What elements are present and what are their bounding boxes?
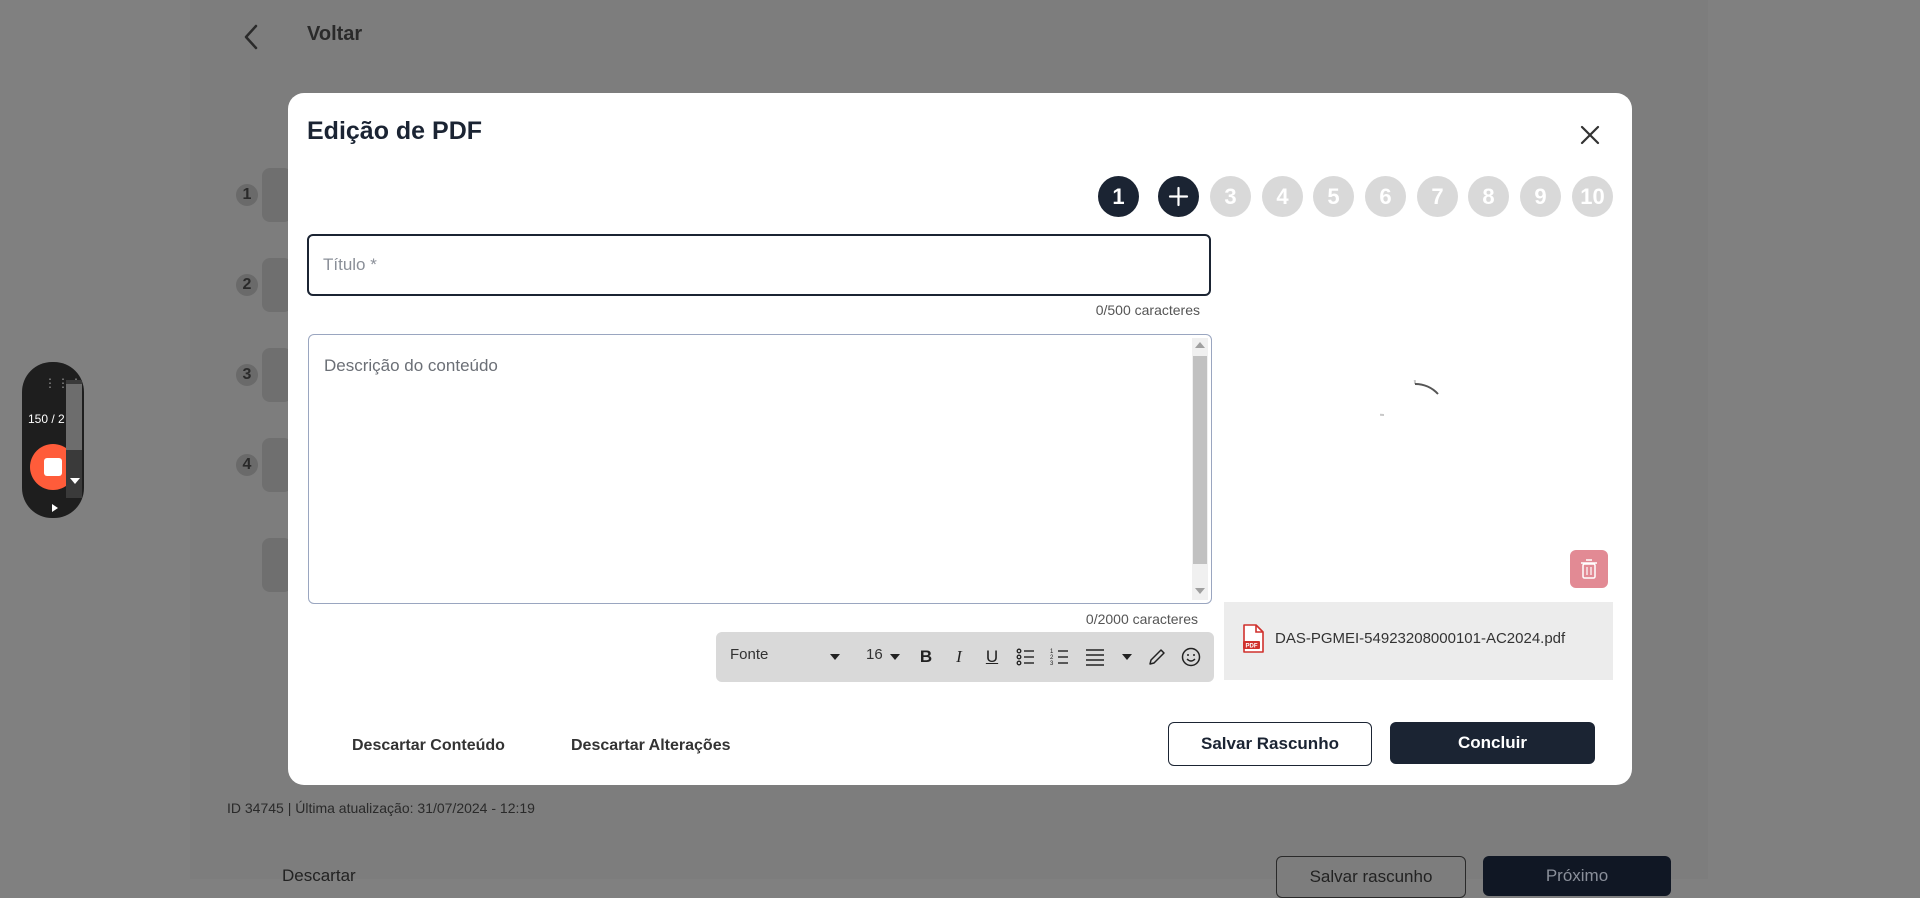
step-number-1: 1 <box>236 184 258 206</box>
align-caret-icon[interactable] <box>1122 654 1132 660</box>
numbered-list-icon[interactable]: 1 2 3 <box>1047 644 1073 670</box>
italic-button[interactable]: I <box>946 644 972 670</box>
underline-button[interactable]: U <box>979 644 1005 670</box>
font-caret-icon[interactable] <box>830 654 840 660</box>
font-size-select[interactable]: 16 <box>866 646 883 663</box>
background-next-button[interactable]: Próximo <box>1483 856 1671 896</box>
description-scrollbar-thumb[interactable] <box>1193 356 1207 564</box>
page-tab-4[interactable]: 4 <box>1262 176 1303 217</box>
close-icon[interactable] <box>1577 122 1603 148</box>
page-tab-1[interactable]: 1 <box>1098 176 1139 217</box>
svg-text:3: 3 <box>1050 661 1054 667</box>
trash-icon <box>1581 559 1597 579</box>
plus-icon <box>1168 186 1189 207</box>
modal-title: Edição de PDF <box>307 117 483 145</box>
font-size-caret-icon[interactable] <box>890 654 900 660</box>
step-number-4: 4 <box>236 454 258 476</box>
description-placeholder: Descrição do conteúdo <box>324 356 498 375</box>
add-page-button[interactable] <box>1158 176 1199 217</box>
back-link[interactable]: Voltar <box>307 23 362 46</box>
font-select[interactable]: Fonte <box>730 646 768 663</box>
emoji-icon[interactable] <box>1178 644 1204 670</box>
description-char-counter: 0/2000 caracteres <box>1085 611 1198 627</box>
scroll-up-arrow-icon[interactable] <box>1195 342 1205 348</box>
record-meta: ID 34745 | Última atualização: 31/07/202… <box>227 800 535 816</box>
step-number-3: 3 <box>236 364 258 386</box>
background-save-draft-button[interactable]: Salvar rascunho <box>1276 856 1466 898</box>
title-input[interactable] <box>307 234 1211 296</box>
loading-spinner-icon <box>1380 380 1439 416</box>
conclude-button[interactable]: Concluir <box>1390 722 1595 764</box>
scroll-down-arrow-icon[interactable] <box>1195 588 1205 594</box>
bullet-list-icon[interactable] <box>1013 644 1039 670</box>
delete-file-button[interactable] <box>1570 550 1608 588</box>
pencil-icon[interactable] <box>1144 644 1170 670</box>
page-tab-7[interactable]: 7 <box>1417 176 1458 217</box>
back-chevron-icon[interactable] <box>240 22 262 52</box>
caret-down-icon[interactable] <box>70 478 80 484</box>
page-tab-5[interactable]: 5 <box>1313 176 1354 217</box>
stop-icon <box>44 458 62 476</box>
page-tab-10[interactable]: 10 <box>1572 176 1613 217</box>
pdf-badge: PDF <box>1246 643 1258 649</box>
pdf-file-icon: PDF <box>1243 624 1264 653</box>
page-tab-6[interactable]: 6 <box>1365 176 1406 217</box>
play-icon[interactable] <box>52 504 58 512</box>
background-discard-button[interactable]: Descartar <box>282 866 356 886</box>
step-number-2: 2 <box>236 274 258 296</box>
discard-content-button[interactable]: Descartar Conteúdo <box>352 737 505 755</box>
file-name: DAS-PGMEI-54923208000101-AC2024.pdf <box>1275 630 1566 647</box>
title-char-counter: 0/500 caracteres <box>1095 302 1200 318</box>
recorder-counter: 150 / 2 <box>28 412 65 426</box>
page-tab-9[interactable]: 9 <box>1520 176 1561 217</box>
page-tab-8[interactable]: 8 <box>1468 176 1509 217</box>
discard-changes-button[interactable]: Descartar Alterações <box>571 737 731 755</box>
bold-button[interactable]: B <box>913 644 939 670</box>
page-tab-3[interactable]: 3 <box>1210 176 1251 217</box>
align-icon[interactable] <box>1082 644 1108 670</box>
save-draft-button[interactable]: Salvar Rascunho <box>1168 722 1372 766</box>
recorder-scrollbar-thumb[interactable] <box>66 384 82 450</box>
